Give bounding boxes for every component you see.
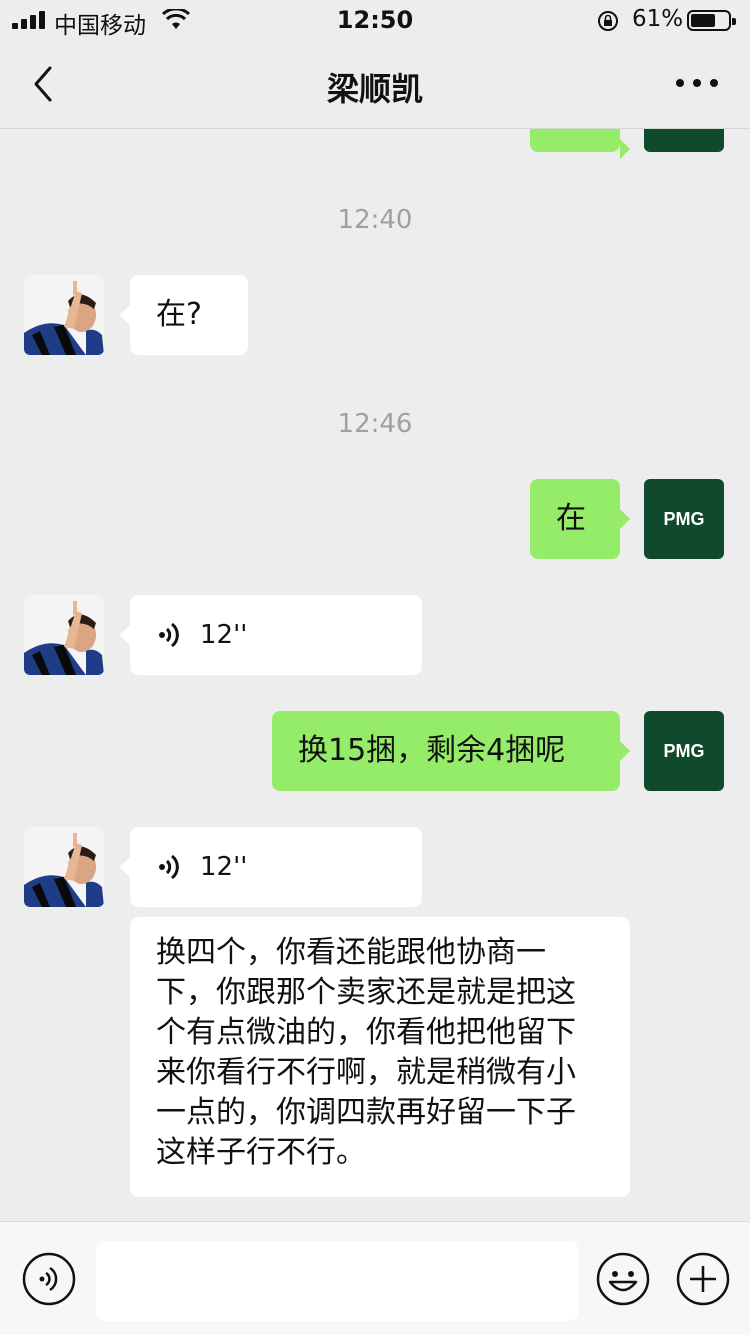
battery-icon [687,10,736,31]
more-icon[interactable] [672,68,722,98]
battery-percent: 61% [632,6,684,32]
rotation-lock-icon [598,11,618,31]
timestamp: 12:40 [337,205,413,235]
chat-title: 梁顺凯 [326,70,423,108]
voice-message-bubble[interactable]: 12'' [120,827,422,907]
contact-avatar-image [24,827,104,907]
message-list[interactable]: 12:40 在? 12:46 在 PMG 12'' 换15捆，剩余4捆呢 PMG… [0,129,750,1221]
voice-input-icon[interactable] [22,1252,76,1306]
outgoing-message-bubble[interactable]: 换15捆，剩余4捆呢 [272,711,630,791]
incoming-message-bubble[interactable]: 在? [120,275,248,355]
voice-duration: 12'' [200,620,248,650]
emoji-icon[interactable] [596,1252,650,1306]
voice-wave-icon [159,622,179,648]
input-bar [0,1221,750,1335]
my-avatar[interactable] [644,129,724,152]
contact-avatar[interactable] [24,827,104,907]
transcript-text: 换四个，你看还能跟他协商一下，你跟那个卖家还是就是把这个有点微油的，你看他把他留… [156,935,576,1170]
my-avatar[interactable]: PMG [644,479,724,559]
voice-transcript-bubble[interactable]: 换四个，你看还能跟他协商一下，你跟那个卖家还是就是把这个有点微油的，你看他把他留… [130,917,630,1197]
message-text: 换15捆，剩余4捆呢 [298,733,566,768]
previous-message-bubble[interactable] [530,129,630,159]
contact-avatar-image [24,595,104,675]
contact-avatar[interactable] [24,595,104,675]
voice-duration: 12'' [200,852,248,882]
voice-wave-icon [159,854,179,880]
chat-header: 梁顺凯 [0,40,750,129]
timestamp: 12:46 [337,409,413,439]
outgoing-message-bubble[interactable]: 在 [530,479,630,559]
message-input[interactable] [96,1241,578,1321]
contact-avatar-image [24,275,104,355]
status-bar: 中国移动 12:50 61% [0,0,750,40]
voice-message-bubble[interactable]: 12'' [120,595,422,675]
message-text: 在 [556,501,586,536]
plus-icon[interactable] [676,1252,730,1306]
message-text: 在? [156,297,202,332]
my-avatar[interactable]: PMG [644,711,724,791]
contact-avatar[interactable] [24,275,104,355]
